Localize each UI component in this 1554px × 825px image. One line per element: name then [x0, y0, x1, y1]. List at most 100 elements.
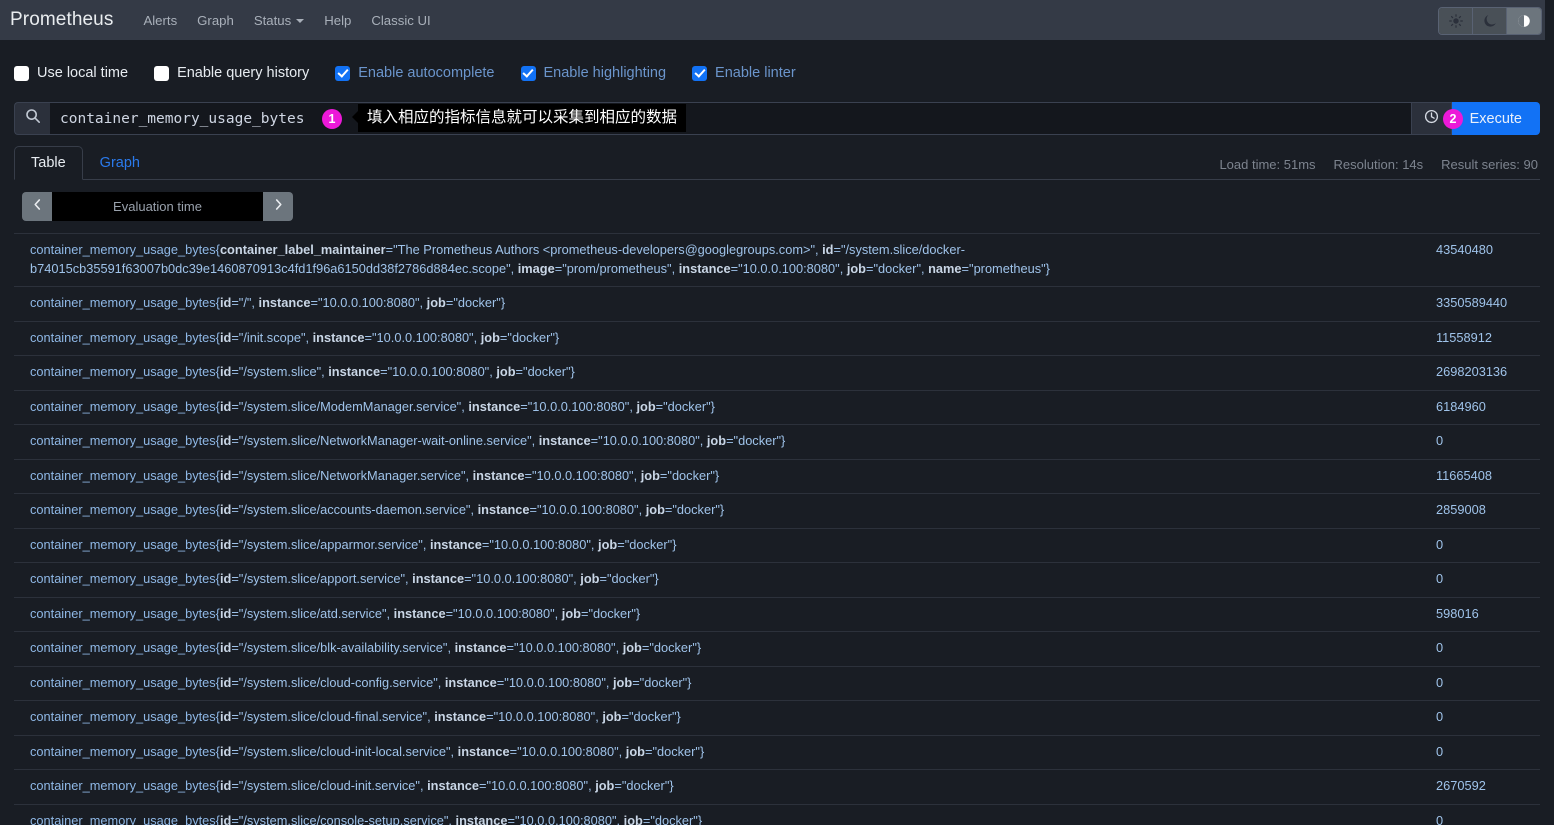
- label-key: id: [219, 812, 232, 825]
- metric-name: container_memory_usage_bytes{: [30, 709, 220, 724]
- value-cell: 0: [1420, 631, 1540, 666]
- table-row: container_memory_usage_bytes{id="/system…: [14, 458, 1540, 494]
- option-label-use-local-time: Use local time: [37, 65, 129, 81]
- label-value: ="docker"}: [641, 640, 702, 655]
- label-key: job: [612, 674, 633, 690]
- option-enable-highlighting[interactable]: Enable highlighting: [520, 65, 666, 81]
- theme-dark-button[interactable]: [1473, 8, 1507, 34]
- checkbox-enable-query-history[interactable]: [154, 65, 170, 81]
- nav-link-help[interactable]: Help: [314, 9, 361, 32]
- label-key: job: [645, 502, 665, 517]
- theme-light-button[interactable]: [1439, 8, 1473, 34]
- query-input[interactable]: [50, 102, 1412, 135]
- label-key: instance: [538, 433, 591, 448]
- option-enable-autocomplete[interactable]: Enable autocomplete: [335, 65, 495, 81]
- nav-link-status[interactable]: Status: [244, 9, 314, 32]
- tab-graph[interactable]: Graph: [83, 146, 157, 180]
- value-cell: 0: [1420, 424, 1540, 459]
- stat-resolution: Resolution: 14s: [1333, 157, 1424, 172]
- label-value: ="docker"}: [655, 398, 715, 414]
- checkbox-use-local-time[interactable]: [14, 65, 29, 81]
- label-key: id: [219, 674, 232, 690]
- series-cell: container_memory_usage_bytes{id="/system…: [14, 389, 1420, 425]
- label-key: id: [219, 329, 232, 345]
- evaluation-time-prev-button[interactable]: [22, 192, 52, 221]
- label-key: instance: [455, 812, 508, 825]
- nav-link-classic-ui[interactable]: Classic UI: [361, 9, 440, 32]
- value-cell: 43540480: [1420, 233, 1540, 287]
- theme-auto-button[interactable]: [1507, 8, 1541, 34]
- chevron-left-icon: [32, 198, 43, 215]
- table-row: container_memory_usage_bytes{id="/init.s…: [14, 320, 1540, 356]
- label-value: ="/system.slice/cloud-init-local.service…: [231, 743, 458, 759]
- label-value: ="docker",: [866, 260, 929, 276]
- label-key: id: [219, 433, 232, 448]
- metric-name: container_memory_usage_bytes{: [30, 674, 220, 690]
- value-cell: 3350589440: [1420, 286, 1540, 321]
- series-cell: container_memory_usage_bytes{id="/system…: [14, 700, 1420, 735]
- series-cell: container_memory_usage_bytes{id="/system…: [14, 596, 1420, 632]
- label-key: id: [219, 364, 232, 379]
- label-key: job: [623, 812, 643, 825]
- results-table: container_memory_usage_bytes{container_l…: [14, 233, 1540, 825]
- series-cell: container_memory_usage_bytes{id="/system…: [14, 769, 1420, 804]
- label-key: job: [598, 536, 618, 552]
- nav-link-alerts[interactable]: Alerts: [133, 9, 187, 32]
- label-key: instance: [328, 364, 381, 379]
- label-value: ="/system.slice/NetworkManager-wait-onli…: [231, 433, 539, 448]
- value-cell: 598016: [1420, 596, 1540, 632]
- search-icon: [25, 108, 41, 129]
- label-value: ="10.0.0.100:8080",: [520, 398, 637, 414]
- tab-table[interactable]: Table: [14, 146, 83, 180]
- label-value: ="docker"}: [599, 571, 659, 586]
- value-cell: 6184960: [1420, 389, 1540, 425]
- evaluation-time-input[interactable]: [52, 192, 263, 221]
- metric-name: container_memory_usage_bytes{: [30, 242, 220, 257]
- label-key: job: [426, 295, 446, 310]
- label-value: ="10.0.0.100:8080",: [590, 433, 707, 448]
- label-key: instance: [678, 260, 731, 276]
- series-cell: container_memory_usage_bytes{id="/system…: [14, 734, 1420, 770]
- label-key: id: [219, 536, 232, 552]
- page-scrollbar[interactable]: [1545, 0, 1554, 825]
- evaluation-time-next-button[interactable]: [263, 192, 293, 221]
- label-value: ="docker"}: [617, 536, 677, 552]
- label-value: ="/system.slice/console-setup.service",: [231, 812, 456, 825]
- search-icon-button[interactable]: [14, 102, 50, 135]
- value-cell: 11665408: [1420, 458, 1540, 494]
- label-value: ="/system.slice/ModemManager.service",: [231, 398, 469, 414]
- brand-prometheus[interactable]: Prometheus: [10, 9, 113, 31]
- value-cell: 0: [1420, 562, 1540, 597]
- option-enable-linter[interactable]: Enable linter: [692, 65, 796, 81]
- table-row: container_memory_usage_bytes{id="/system…: [14, 562, 1540, 597]
- label-key: job: [622, 640, 642, 655]
- metric-name: container_memory_usage_bytes{: [30, 467, 220, 483]
- metric-name: container_memory_usage_bytes{: [30, 536, 220, 552]
- label-key: instance: [444, 674, 497, 690]
- label-key: instance: [312, 329, 365, 345]
- label-value: ="The Prometheus Authors <prometheus-dev…: [385, 242, 823, 257]
- label-value: ="10.0.0.100:8080",: [509, 743, 626, 759]
- label-key: job: [480, 329, 500, 345]
- label-value: ="10.0.0.100:8080",: [507, 812, 624, 825]
- result-tabs: Table Graph Load time: 51ms Resolution: …: [14, 146, 1540, 180]
- execute-button[interactable]: Execute: [1451, 102, 1540, 135]
- checkbox-enable-highlighting[interactable]: [520, 65, 536, 81]
- label-key: instance: [258, 295, 311, 310]
- series-cell: container_memory_usage_bytes{id="/system…: [14, 665, 1420, 701]
- label-value: ="/system.slice/atd.service",: [231, 605, 394, 621]
- metric-name: container_memory_usage_bytes{: [30, 433, 220, 448]
- nav-link-graph[interactable]: Graph: [187, 9, 244, 32]
- option-enable-query-history[interactable]: Enable query history: [154, 65, 309, 81]
- theme-toggle-group: [1438, 7, 1542, 35]
- label-value: ="docker"}: [642, 812, 703, 825]
- checkbox-enable-linter[interactable]: [692, 65, 708, 81]
- label-key: instance: [412, 571, 465, 586]
- checkbox-enable-autocomplete[interactable]: [335, 65, 351, 81]
- option-use-local-time[interactable]: Use local time: [14, 65, 128, 81]
- label-key: instance: [454, 640, 507, 655]
- results-table-container[interactable]: container_memory_usage_bytes{container_l…: [14, 233, 1540, 825]
- label-key: job: [602, 709, 622, 724]
- label-value: ="10.0.0.100:8080",: [481, 536, 599, 552]
- table-row: container_memory_usage_bytes{id="/system…: [14, 665, 1540, 701]
